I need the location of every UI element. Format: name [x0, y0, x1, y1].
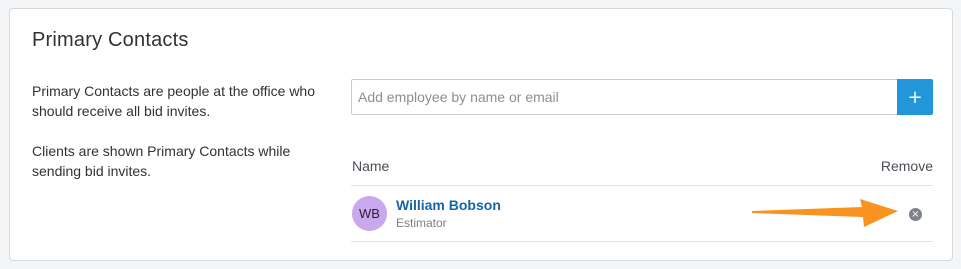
contact-role: Estimator	[396, 216, 447, 230]
add-employee-search: +	[351, 79, 933, 115]
arrow-annotation-icon	[752, 199, 898, 227]
contacts-table-header: Name Remove	[351, 157, 933, 186]
plus-icon: +	[907, 86, 923, 108]
add-employee-button[interactable]: +	[897, 79, 933, 115]
description-clients: Clients are shown Primary Contacts while…	[32, 143, 291, 179]
description-primary-contacts: Primary Contacts are people at the offic…	[32, 83, 316, 119]
remove-circle-icon[interactable]: ×	[909, 208, 922, 221]
column-header-name: Name	[352, 158, 390, 174]
column-header-remove: Remove	[880, 158, 933, 174]
section-title: Primary Contacts	[32, 29, 189, 51]
add-employee-input[interactable]	[351, 79, 897, 115]
contact-name-link[interactable]: William Bobson	[396, 197, 501, 213]
primary-contacts-card: Primary Contacts Primary Contacts are pe…	[9, 8, 953, 261]
avatar: WB	[352, 196, 387, 231]
